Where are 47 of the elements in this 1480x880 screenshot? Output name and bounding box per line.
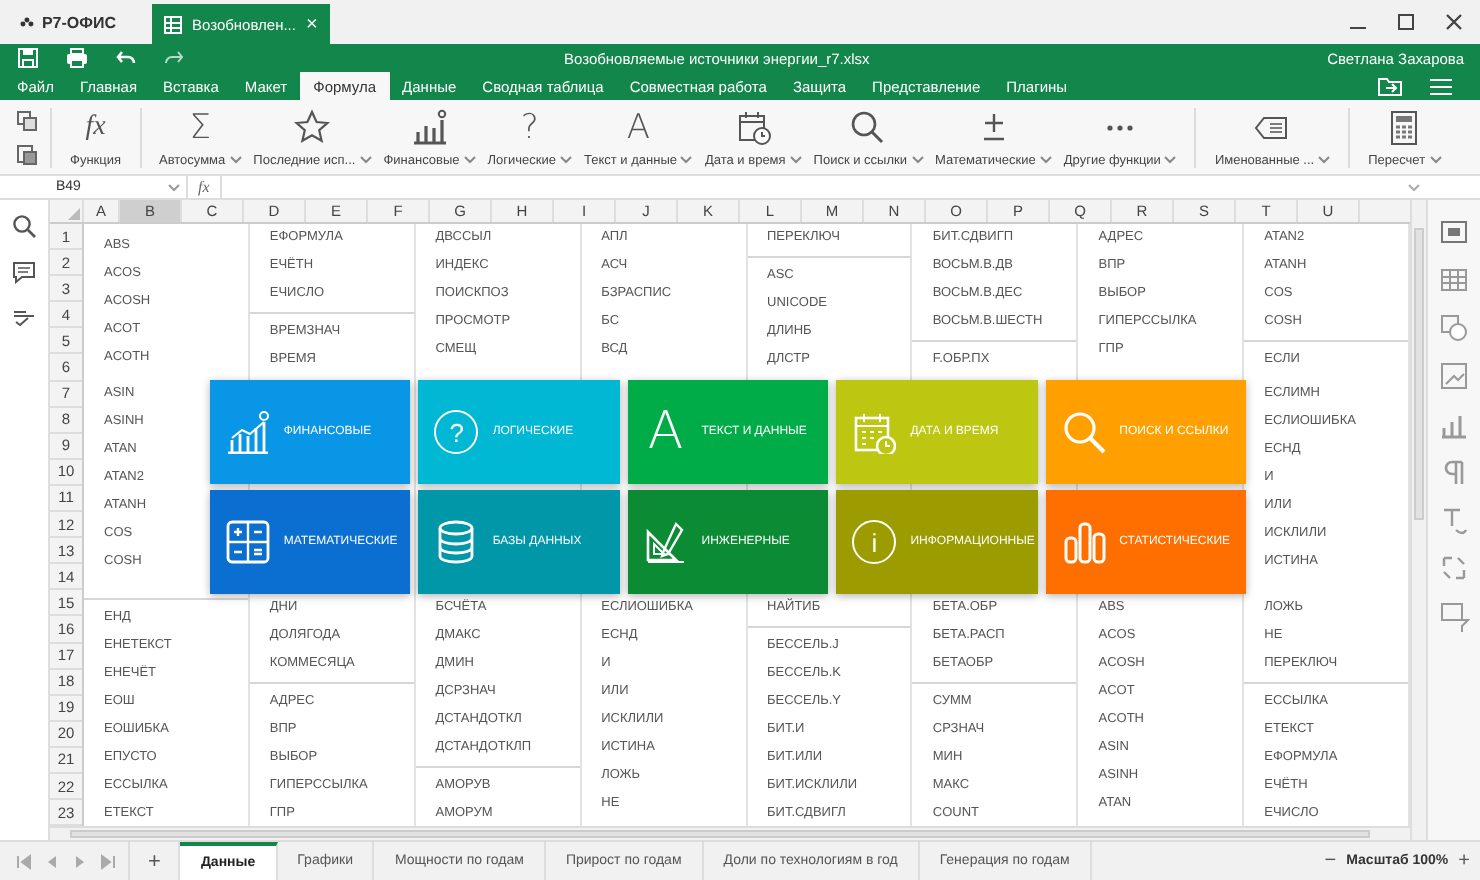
caret-icon (168, 183, 180, 191)
app-name: Р7-ОФИС (41, 13, 116, 31)
bar-chart-icon (1061, 520, 1106, 564)
scrollbar-thumb[interactable] (1414, 228, 1424, 520)
drafting-tools-icon (643, 520, 688, 564)
insert-function-button[interactable]: fx (188, 176, 222, 198)
close-icon[interactable] (1444, 12, 1464, 32)
next-sheet-icon[interactable] (72, 853, 88, 869)
search-icon (1061, 410, 1106, 454)
shapes-icon[interactable] (1438, 312, 1470, 344)
text-art-icon[interactable] (1438, 504, 1470, 536)
table-icon[interactable] (1438, 264, 1470, 296)
bar-chart-icon (409, 107, 450, 147)
open-location-icon[interactable] (1378, 76, 1402, 96)
calculator-icon (225, 520, 270, 564)
previous-sheet-icon[interactable] (44, 853, 60, 869)
search-icon (848, 107, 889, 147)
menu-icon[interactable] (1430, 77, 1452, 95)
search-icon[interactable] (12, 214, 36, 238)
expand-icon[interactable] (1408, 183, 1420, 191)
calendar-icon (852, 410, 897, 454)
save-icon[interactable] (18, 48, 38, 68)
select-all-icon[interactable] (68, 208, 80, 220)
filter-icon[interactable] (1438, 600, 1470, 632)
print-icon[interactable] (66, 48, 88, 68)
pivot-table-icon[interactable] (1438, 552, 1470, 584)
calendar-icon (733, 107, 774, 147)
close-tab-button[interactable]: × (305, 13, 318, 35)
logo-icon (20, 12, 34, 32)
zoom-out-button[interactable]: − (1314, 842, 1347, 880)
cell-settings-icon[interactable] (1438, 216, 1470, 248)
first-sheet-icon[interactable] (16, 853, 32, 869)
maximize-icon[interactable] (1396, 12, 1416, 32)
paste-icon[interactable] (16, 143, 38, 165)
growth-chart-icon (225, 410, 270, 454)
last-sheet-icon[interactable] (100, 853, 116, 869)
copy-icon[interactable] (16, 109, 38, 131)
database-icon (434, 520, 479, 564)
comment-icon[interactable] (12, 260, 36, 284)
redo-icon[interactable] (164, 50, 184, 66)
more-icon (1106, 123, 1135, 131)
spellcheck-icon[interactable] (12, 306, 36, 326)
undo-icon[interactable] (116, 50, 136, 66)
image-icon[interactable] (1438, 360, 1470, 392)
spreadsheet-icon (164, 15, 182, 33)
zoom-in-button[interactable]: + (1448, 842, 1480, 880)
star-icon (292, 107, 333, 147)
